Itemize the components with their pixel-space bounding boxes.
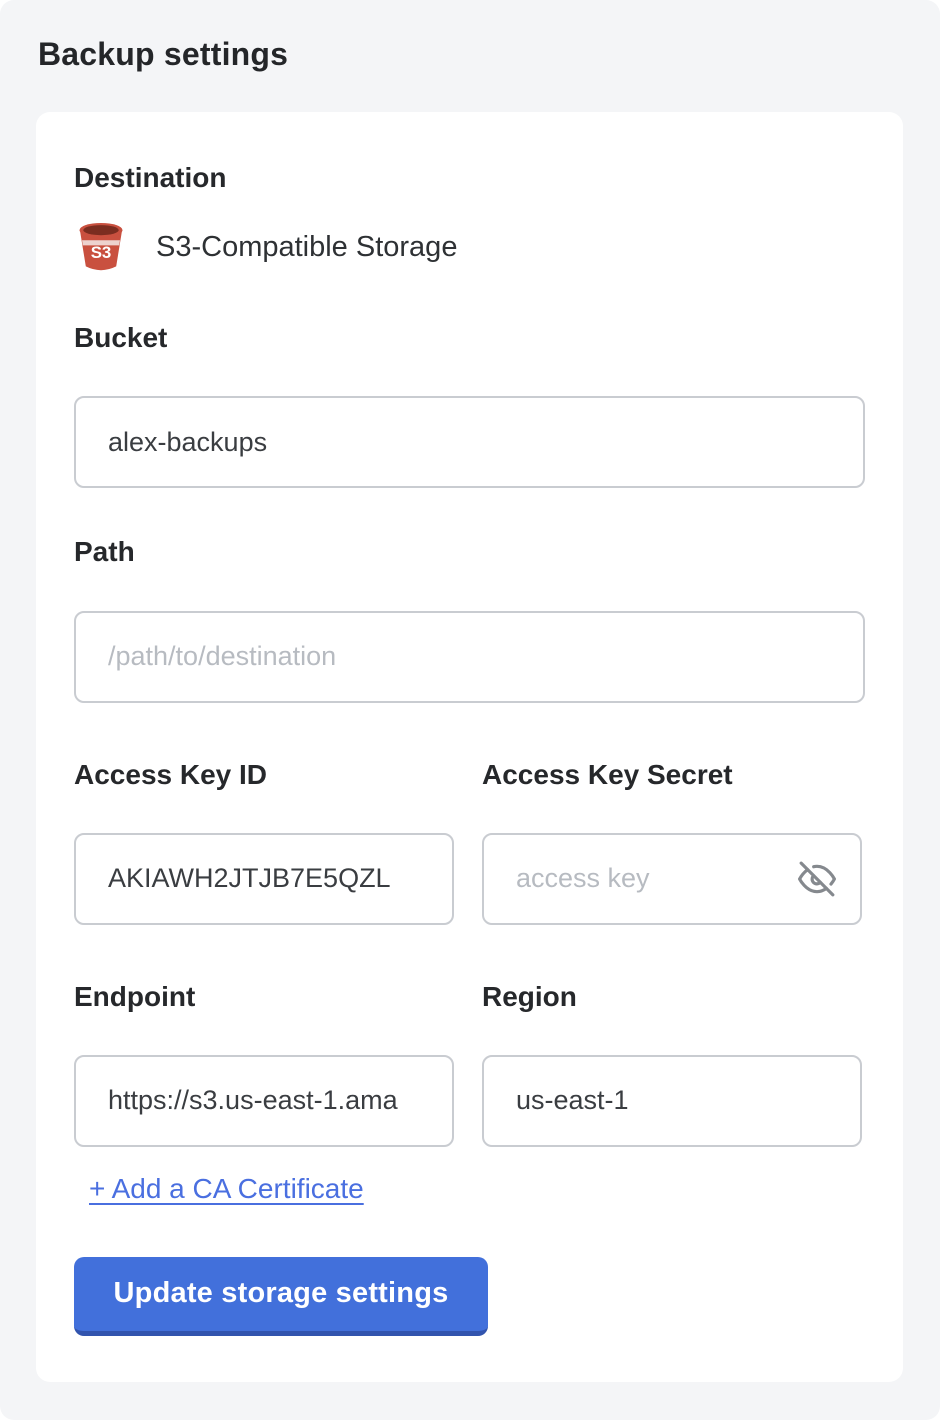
access-key-secret-col: Access Key Secret	[482, 759, 862, 925]
access-key-secret-label: Access Key Secret	[482, 759, 862, 791]
access-key-id-col: Access Key ID	[74, 759, 454, 925]
destination-row: S3 S3-Compatible Storage	[74, 220, 865, 274]
backup-settings-page: Backup settings Destination S3 S3-Compat…	[0, 0, 940, 1420]
access-key-secret-wrap	[482, 833, 862, 925]
s3-bucket-icon: S3	[74, 220, 128, 274]
endpoint-region-row: Endpoint Region	[74, 981, 865, 1147]
region-col: Region	[482, 981, 862, 1147]
eye-off-icon[interactable]	[798, 860, 836, 898]
add-ca-certificate-link[interactable]: + Add a CA Certificate	[89, 1173, 364, 1205]
endpoint-label: Endpoint	[74, 981, 454, 1013]
region-label: Region	[482, 981, 862, 1013]
backup-settings-card: Destination S3 S3-Compatible Storage Buc…	[36, 112, 903, 1382]
endpoint-col: Endpoint	[74, 981, 454, 1147]
destination-label: Destination	[74, 162, 865, 194]
region-input[interactable]	[482, 1055, 862, 1147]
access-key-id-label: Access Key ID	[74, 759, 454, 791]
page-title: Backup settings	[38, 36, 288, 73]
destination-provider: S3-Compatible Storage	[156, 231, 457, 264]
path-input[interactable]	[74, 611, 865, 703]
bucket-label: Bucket	[74, 322, 865, 354]
bucket-input[interactable]	[74, 396, 865, 488]
path-label: Path	[74, 536, 865, 568]
svg-text:S3: S3	[91, 243, 112, 262]
update-storage-settings-button[interactable]: Update storage settings	[74, 1257, 488, 1336]
access-key-row: Access Key ID Access Key Secret	[74, 759, 865, 925]
endpoint-input[interactable]	[74, 1055, 454, 1147]
access-key-id-input[interactable]	[74, 833, 454, 925]
